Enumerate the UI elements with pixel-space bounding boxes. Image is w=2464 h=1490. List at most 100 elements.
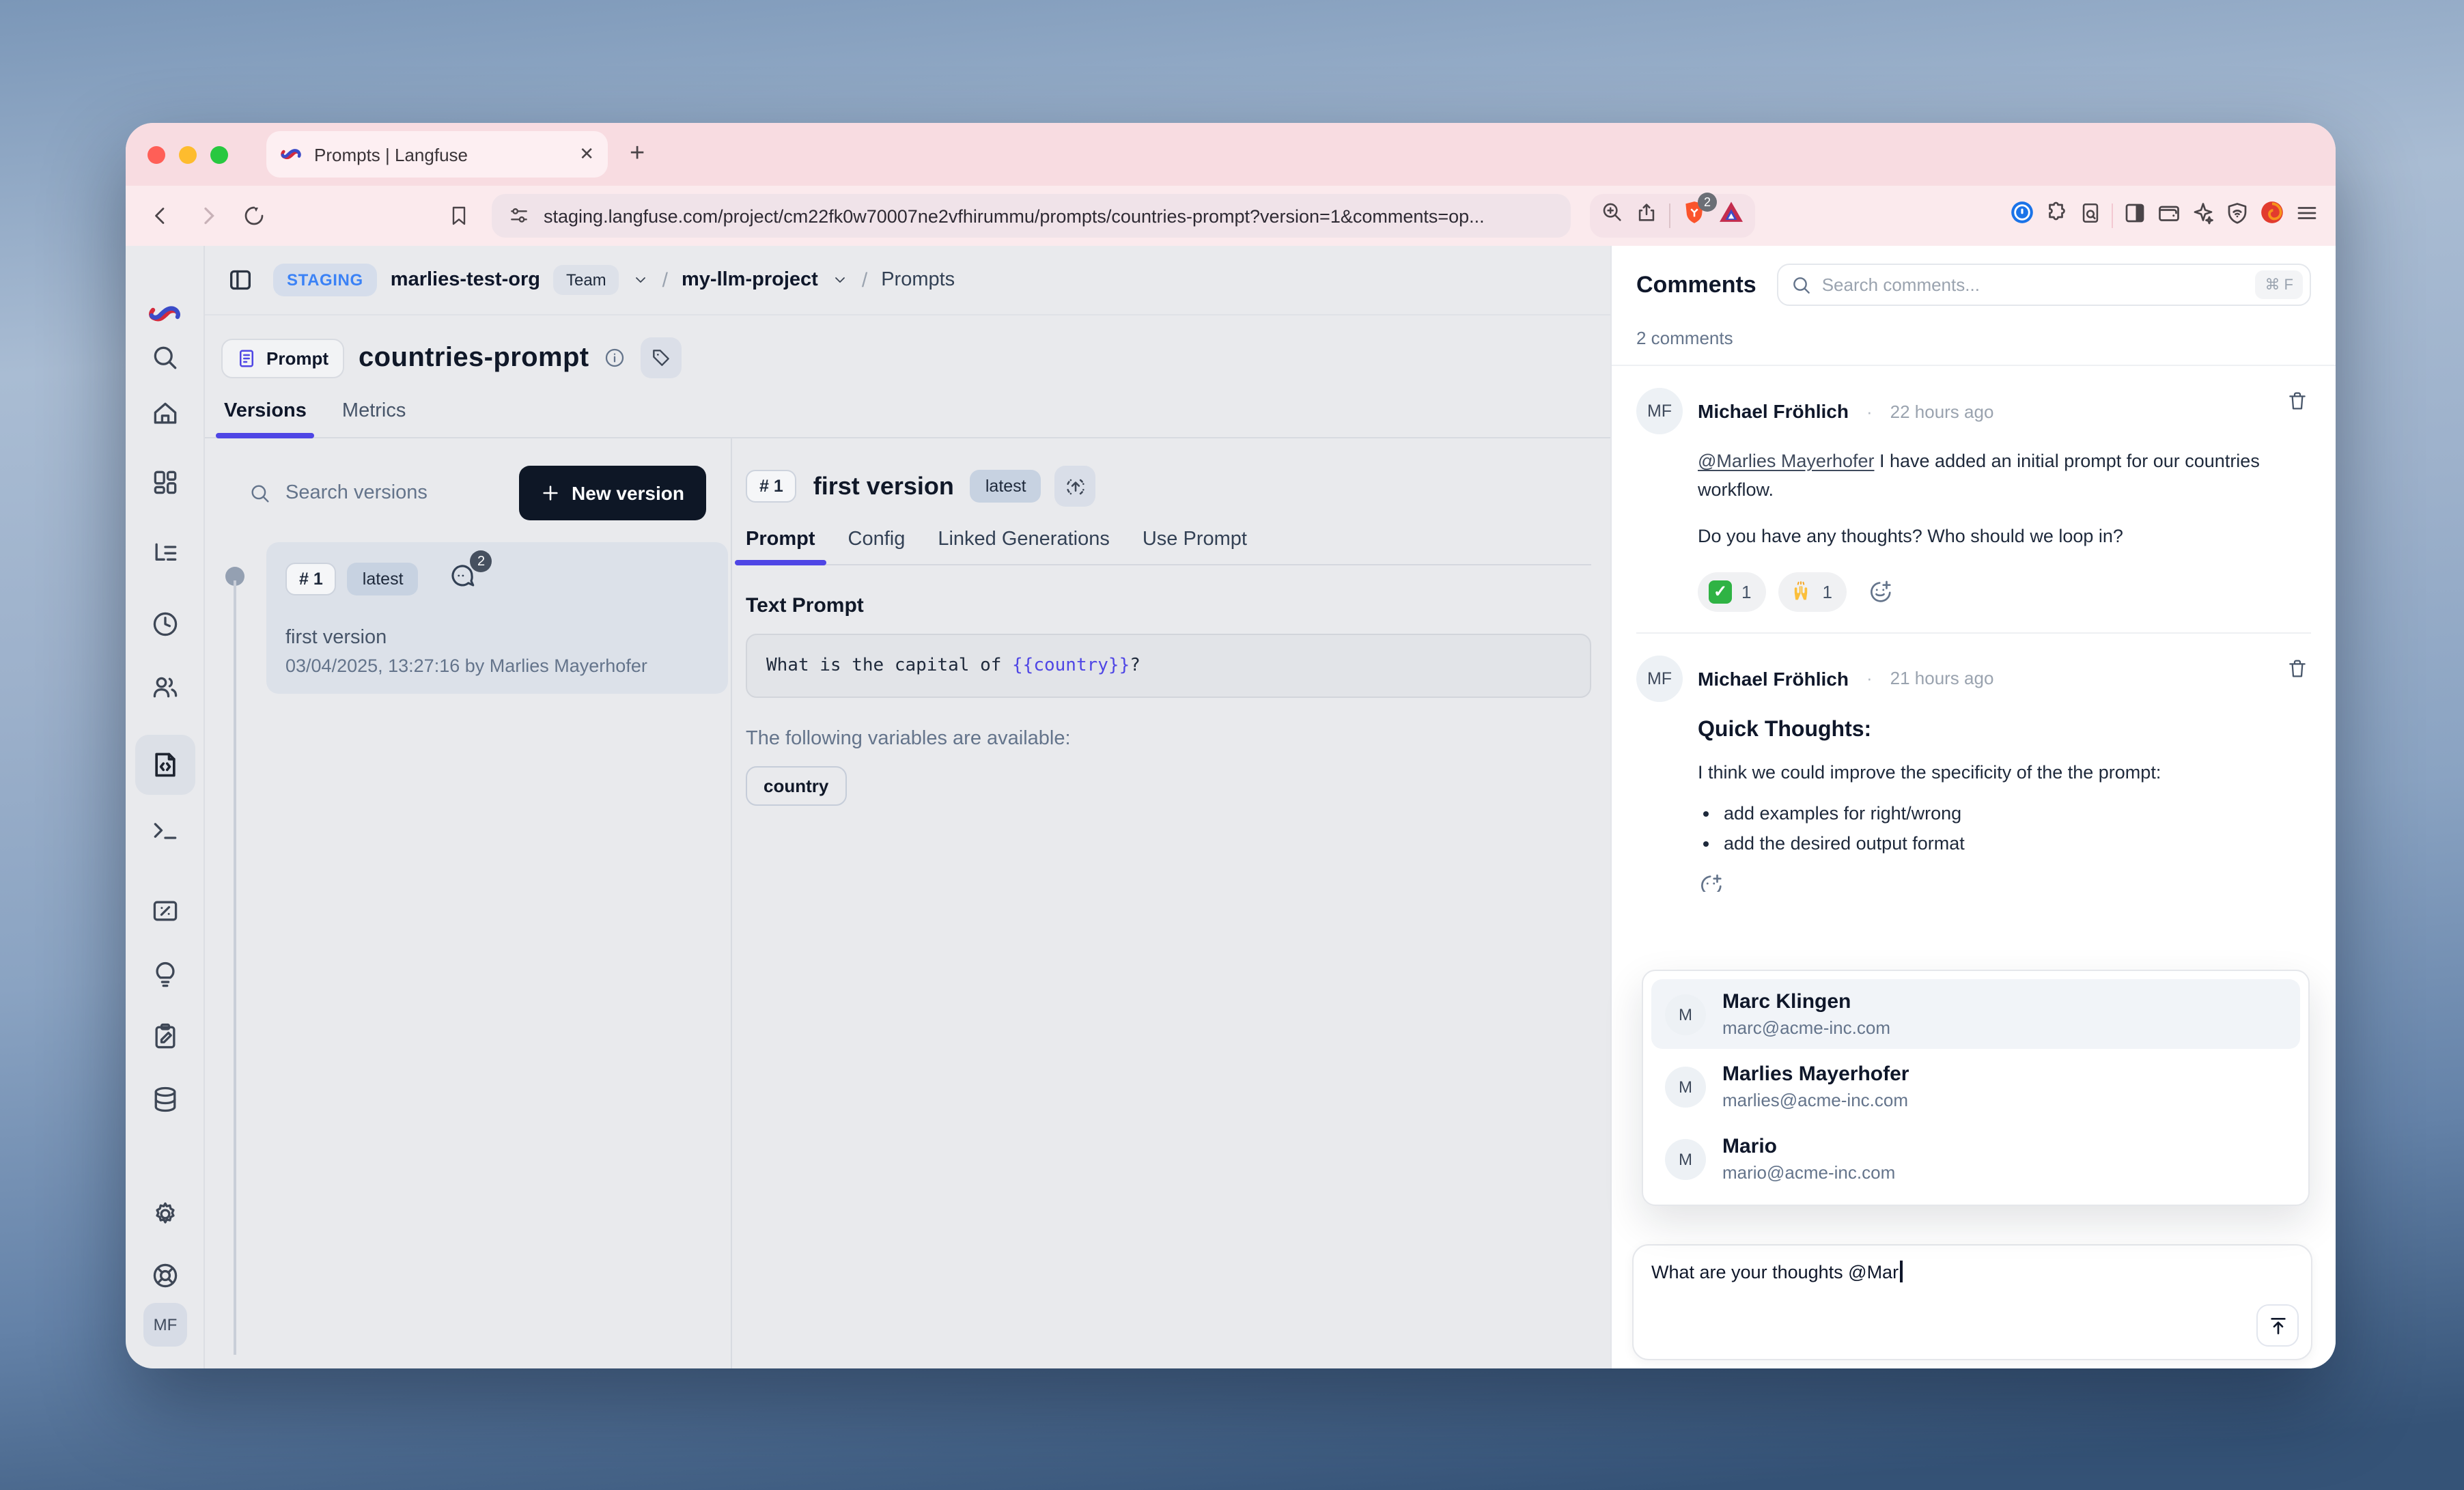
home-icon[interactable] <box>149 397 182 430</box>
zoom-in-icon[interactable] <box>1601 201 1624 231</box>
comments-indicator[interactable]: 2 <box>449 561 477 597</box>
comments-title: Comments <box>1636 271 1756 298</box>
tab-linked-generations[interactable]: Linked Generations <box>938 529 1110 564</box>
annotation-clipboard-icon[interactable] <box>149 1020 182 1053</box>
password-manager-icon[interactable] <box>2009 199 2035 232</box>
langfuse-logo[interactable] <box>149 298 182 331</box>
latest-badge: latest <box>970 470 1041 503</box>
tab-prompt[interactable]: Prompt <box>746 529 815 564</box>
tracing-icon[interactable] <box>149 538 182 571</box>
arrow-up-from-line-icon <box>2267 1315 2288 1336</box>
version-meta: 03/04/2025, 13:27:16 by Marlies Mayerhof… <box>285 656 709 676</box>
browser-window: Prompts | Langfuse ✕ + staging.langfuse.… <box>126 123 2336 1368</box>
tab-versions[interactable]: Versions <box>224 400 307 437</box>
sessions-clock-icon[interactable] <box>149 608 182 641</box>
scores-icon[interactable] <box>149 895 182 927</box>
search-icon[interactable] <box>149 341 182 374</box>
mention-option-marc[interactable]: M Marc Klingen marc@acme-inc.com <box>1651 979 2300 1049</box>
tab-use-prompt[interactable]: Use Prompt <box>1143 529 1247 564</box>
bat-icon[interactable] <box>1718 201 1744 231</box>
rewards-swirl-icon[interactable] <box>2259 199 2285 232</box>
version-list-item[interactable]: # 1 latest 2 first version 03/04/2025, 1… <box>266 542 728 694</box>
tab-config[interactable]: Config <box>848 529 906 564</box>
minimize-window-button[interactable] <box>179 145 197 163</box>
chevron-down-icon[interactable] <box>632 272 649 288</box>
new-tab-button[interactable]: + <box>630 139 645 169</box>
breadcrumb-project[interactable]: my-llm-project <box>682 269 818 291</box>
close-window-button[interactable] <box>148 145 165 163</box>
user-avatar[interactable]: MF <box>143 1303 187 1347</box>
evaluators-lightbulb-icon[interactable] <box>149 959 182 992</box>
app-sidebar: MF <box>126 246 205 1368</box>
prompt-tabs: Versions Metrics <box>205 384 1610 438</box>
brave-shield-icon[interactable]: 2 <box>1681 199 1707 232</box>
tab-title: Prompts | Langfuse <box>314 144 567 165</box>
comments-count: 2 comments <box>1612 306 2336 366</box>
share-icon[interactable] <box>1635 201 1658 231</box>
forward-icon[interactable] <box>188 197 227 235</box>
breadcrumb: STAGING marlies-test-org Team / my-llm-p… <box>205 246 1610 315</box>
info-icon[interactable] <box>604 347 626 369</box>
browser-tab[interactable]: Prompts | Langfuse ✕ <box>266 131 608 178</box>
support-lifebuoy-icon[interactable] <box>149 1259 182 1292</box>
mention-option-marlies[interactable]: M Marlies Mayerhofer marlies@acme-inc.co… <box>1651 1052 2300 1121</box>
site-settings-icon[interactable] <box>508 205 530 227</box>
back-icon[interactable] <box>142 197 180 235</box>
add-reaction-icon[interactable] <box>1698 872 2311 891</box>
check-emoji: ✓ <box>1709 580 1732 604</box>
new-version-button[interactable]: New version <box>518 466 706 520</box>
comment-time: 22 hours ago <box>1890 401 1994 421</box>
version-number-badge: # 1 <box>746 470 797 503</box>
mention-link[interactable]: @Marlies Mayerhofer <box>1698 451 1875 471</box>
breadcrumb-page: Prompts <box>881 269 955 291</box>
wallet-icon[interactable] <box>2157 200 2181 231</box>
tag-button[interactable] <box>641 337 682 378</box>
comment-item: MF Michael Fröhlich · 21 hours ago Quick… <box>1612 634 2336 892</box>
leo-ai-sparkles-icon[interactable] <box>2191 200 2215 231</box>
add-reaction-icon[interactable] <box>1868 579 1894 605</box>
promote-version-button[interactable] <box>1055 466 1096 507</box>
address-bar[interactable]: staging.langfuse.com/project/cm22fk0w700… <box>492 194 1571 238</box>
playground-terminal-icon[interactable] <box>149 814 182 847</box>
comment-author: Michael Fröhlich <box>1698 400 1849 422</box>
dashboards-icon[interactable] <box>149 466 182 498</box>
tab-close-icon[interactable]: ✕ <box>579 143 594 165</box>
settings-gear-icon[interactable] <box>149 1198 182 1231</box>
search-versions-input[interactable]: Search versions <box>238 481 428 505</box>
reaction-raised-hands[interactable]: 1 <box>1778 572 1847 612</box>
org-role-badge: Team <box>554 265 619 295</box>
submit-comment-button[interactable] <box>2256 1304 2299 1347</box>
panel-toggle-icon[interactable] <box>221 261 260 299</box>
search-comments-input[interactable] <box>1778 275 2310 295</box>
reader-mode-icon[interactable] <box>2079 200 2102 231</box>
document-icon <box>236 348 257 368</box>
url-text: staging.langfuse.com/project/cm22fk0w700… <box>544 206 1485 226</box>
search-comments-field[interactable]: ⌘ F <box>1777 264 2311 306</box>
vpn-shield-icon[interactable] <box>2225 200 2250 231</box>
menu-hamburger-icon[interactable] <box>2295 200 2319 231</box>
delete-comment-icon[interactable] <box>2286 389 2308 419</box>
reaction-check[interactable]: ✓ 1 <box>1698 572 1766 612</box>
datasets-database-icon[interactable] <box>149 1083 182 1116</box>
sidebar-panel-icon[interactable] <box>2123 200 2147 231</box>
maximize-window-button[interactable] <box>210 145 228 163</box>
variables-hint: The following variables are available: <box>746 728 1591 750</box>
users-icon[interactable] <box>149 671 182 703</box>
delete-comment-icon[interactable] <box>2286 657 2308 687</box>
plus-icon <box>540 483 559 503</box>
breadcrumb-org[interactable]: marlies-test-org <box>391 269 540 291</box>
prompts-icon[interactable] <box>149 748 182 781</box>
chevron-down-icon[interactable] <box>832 272 848 288</box>
tab-metrics[interactable]: Metrics <box>342 400 406 437</box>
extensions-puzzle-icon[interactable] <box>2045 200 2069 231</box>
reload-icon[interactable] <box>235 197 273 235</box>
bookmark-icon[interactable] <box>440 197 478 235</box>
comment-input[interactable]: What are your thoughts @Mar <box>1632 1244 2312 1360</box>
timeline-line <box>234 580 236 1355</box>
comment-author: Michael Fröhlich <box>1698 668 1849 690</box>
version-number-badge: # 1 <box>285 563 337 595</box>
comment-count-badge: 2 <box>471 550 492 572</box>
mention-option-mario[interactable]: M Mario mario@acme-inc.com <box>1651 1124 2300 1194</box>
toolbar-divider <box>2112 203 2113 228</box>
search-icon <box>249 481 272 505</box>
